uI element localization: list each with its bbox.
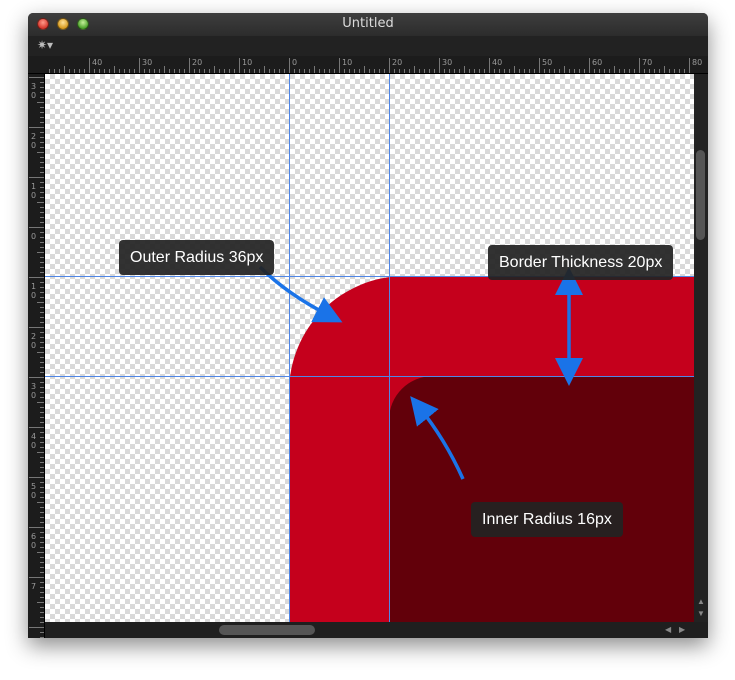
ruler-label: 0 (31, 541, 36, 550)
ruler-label: 4 (31, 432, 36, 441)
ruler-label: 5 (31, 482, 36, 491)
gear-icon[interactable]: ✷▾ (37, 38, 53, 52)
ruler-label: 20 (192, 58, 202, 67)
app-window: Untitled ✷▾ 4030201001020304050607080 40… (28, 13, 708, 638)
horizontal-ruler: 40 30 20 10 0 10 20 30 40 50 60 70 80 (28, 56, 708, 74)
scroll-corner (694, 622, 708, 638)
ruler-label: 7 (31, 582, 36, 591)
ruler-label: 2 (31, 132, 36, 141)
ruler-label: 10 (242, 58, 252, 67)
ruler-label: 20 (392, 58, 402, 67)
border-thickness-label: Border Thickness 20px (488, 245, 674, 280)
ruler-label: 3 (31, 82, 36, 91)
ruler-label: 0 (31, 232, 36, 241)
ruler-label: 6 (31, 532, 36, 541)
ruler-label: 0 (31, 291, 36, 300)
ruler-label: 0 (31, 141, 36, 150)
inner-rounded-shape (389, 376, 694, 622)
ruler-label: 70 (642, 58, 652, 67)
ruler-label: 0 (31, 91, 36, 100)
scroll-left-icon[interactable]: ◀ (665, 625, 671, 635)
ruler-label: 60 (592, 58, 602, 67)
scroll-up-icon[interactable]: ▲ (697, 597, 705, 607)
guide-vertical[interactable] (289, 74, 290, 622)
ruler-label: 40 (92, 58, 102, 67)
window-title: Untitled (342, 16, 394, 31)
horizontal-scroll-thumb[interactable] (219, 625, 315, 635)
vertical-scroll-thumb[interactable] (696, 150, 705, 240)
scroll-right-icon[interactable]: ▶ (679, 625, 685, 635)
vertical-scrollbar[interactable]: ▲ ▼ (694, 74, 708, 622)
ruler-label: 50 (542, 58, 552, 67)
ruler-label: 40 (492, 58, 502, 67)
outer-radius-label: Outer Radius 36px (119, 240, 275, 275)
inner-radius-label: Inner Radius 16px (471, 502, 623, 537)
ruler-label: 80 (692, 58, 702, 67)
ruler-label: 30 (142, 58, 152, 67)
ruler-label: 0 (31, 441, 36, 450)
ruler-label: 0 (292, 58, 297, 67)
ruler-label: 1 (31, 182, 36, 191)
ruler-label: 3 (31, 382, 36, 391)
toolbar: ✷▾ (28, 36, 708, 56)
vertical-ruler: 4030201001020304050607 (28, 32, 45, 638)
ruler-label: 0 (31, 491, 36, 500)
horizontal-scrollbar[interactable]: ◀ ▶ (45, 622, 694, 638)
title-bar[interactable]: Untitled (28, 13, 708, 36)
ruler-label: 1 (31, 282, 36, 291)
canvas[interactable]: Outer Radius 36px Border Thickness 20px … (45, 74, 694, 622)
scroll-down-icon[interactable]: ▼ (697, 609, 705, 619)
ruler-label: 0 (31, 341, 36, 350)
ruler-label: 2 (31, 332, 36, 341)
ruler-label: 0 (31, 191, 36, 200)
ruler-label: 30 (442, 58, 452, 67)
ruler-label: 0 (31, 391, 36, 400)
guide-horizontal[interactable] (45, 376, 694, 377)
ruler-label: 10 (342, 58, 352, 67)
guide-vertical[interactable] (389, 74, 390, 622)
